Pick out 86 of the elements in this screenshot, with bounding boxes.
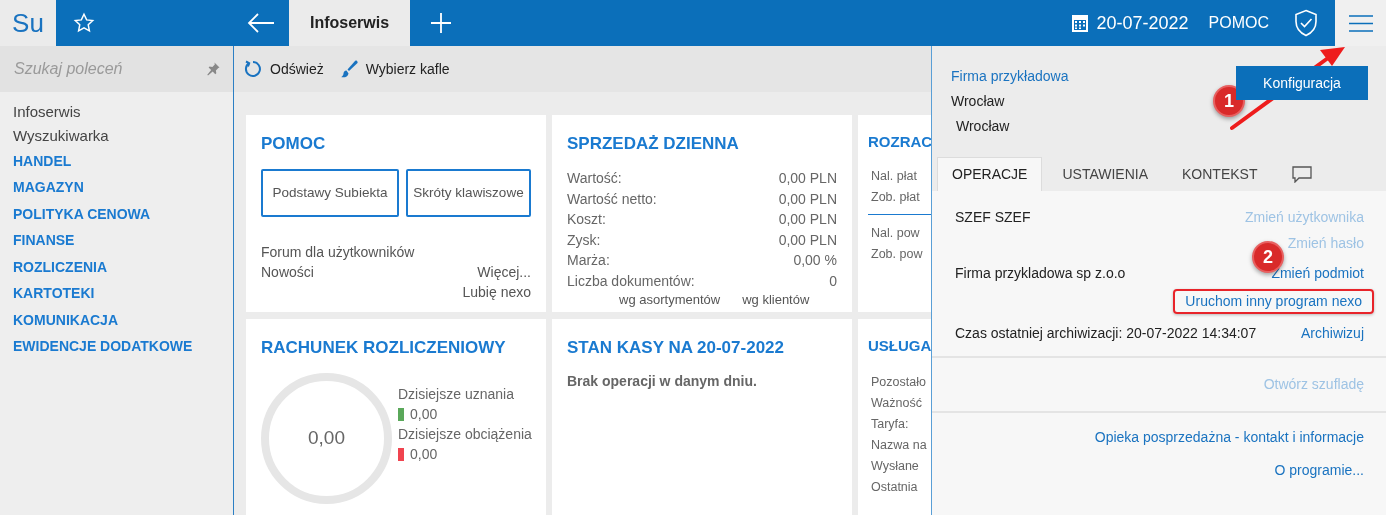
sidebar-item[interactable]: FINANSE <box>13 227 75 254</box>
row-value: 0,00 PLN <box>778 230 837 250</box>
tile-title: ROZRAC <box>868 132 933 152</box>
row-label: Ostatnia <box>870 478 918 496</box>
date-text: 20-07-2022 <box>1096 11 1189 35</box>
row-label: Ważność <box>870 394 922 412</box>
date-picker[interactable]: 20-07-2022 <box>1072 0 1209 46</box>
row-label: Wysłane <box>870 457 919 475</box>
panel-text: SZEF SZEF <box>955 208 1031 227</box>
status-message: Brak operacji w danym dniu. <box>567 371 758 391</box>
sales-link[interactable]: wg asortymentów <box>619 291 721 308</box>
sidebar-item[interactable]: MAGAZYN <box>13 174 84 201</box>
row-label: Zob. pow <box>870 245 923 263</box>
tile-title: STAN KASY NA 20-07-2022 <box>567 337 785 359</box>
panel-link[interactable]: Zmień podmiot <box>1271 263 1364 284</box>
menu-button[interactable] <box>1335 0 1386 46</box>
panel-link[interactable]: Opieka posprzedażna - kontakt i informacje <box>1094 427 1364 448</box>
app-logo[interactable]: Su <box>0 0 56 46</box>
row-value: 0 <box>829 271 837 291</box>
address-text: Wrocław <box>955 117 1010 136</box>
tab[interactable]: Infoserwis <box>289 0 411 46</box>
toolbar-button[interactable]: Odśwież <box>244 58 324 80</box>
row-value: 0,00 % <box>793 251 837 271</box>
help-button[interactable]: Podstawy Subiekta <box>261 168 399 217</box>
address-text: Wrocław <box>951 92 1005 111</box>
sidebar-item[interactable]: KARTOTEKI <box>13 280 95 307</box>
panel-text: Czas ostatniej archiwizacji: 20-07-2022 14:34:07 <box>955 324 1257 343</box>
row-label: Zysk: <box>567 230 601 250</box>
panel-link[interactable]: O programie... <box>1274 460 1364 481</box>
row-label: Wartość: <box>567 169 622 189</box>
tile-title: POMOC <box>261 133 327 155</box>
row-label: Zob. płat <box>870 188 920 206</box>
sidebar-item[interactable]: Wyszukiwarka <box>13 124 109 148</box>
brush-icon <box>339 60 358 78</box>
help-link[interactable]: Nowości <box>261 262 314 283</box>
row-label: Liczba dokumentów: <box>567 271 695 291</box>
legend-label: Dzisiejsze uznania <box>398 385 514 404</box>
legend-value: 0,00 <box>410 405 438 424</box>
menu-icon <box>1348 14 1373 32</box>
configuration-button[interactable]: Konfiguracja <box>1236 66 1368 100</box>
row-label: Nal. płat <box>870 167 917 185</box>
tile-title: SPRZEDAŻ DZIENNA <box>567 133 740 155</box>
plus-icon <box>430 12 453 34</box>
sidebar-item[interactable]: Infoserwis <box>13 100 81 124</box>
sidebar-item[interactable]: EWIDENCJE DODATKOWE <box>13 333 193 360</box>
sidebar-item[interactable]: ROZLICZENIA <box>13 254 108 281</box>
row-label: Nal. pow <box>870 224 920 242</box>
sidebar-item[interactable]: KOMUNIKACJA <box>13 307 118 334</box>
panel-link[interactable]: Archiwizuj <box>1301 323 1364 344</box>
panel-tab[interactable]: USTAWIENIA <box>1048 157 1163 191</box>
sidebar-item[interactable]: HANDEL <box>13 148 72 175</box>
row-value: 0,00 PLN <box>778 210 837 230</box>
tile-title: USŁUGA <box>868 336 932 356</box>
legend-label: Dzisiejsze obciążenia <box>398 425 532 444</box>
star-icon <box>73 12 95 34</box>
sidebar-item[interactable]: POLITYKA CENOWA <box>13 201 151 228</box>
pin-icon <box>206 62 220 76</box>
calendar-icon <box>1072 14 1089 32</box>
toolbar-button[interactable]: Wybierz kafle <box>339 58 450 80</box>
row-label: Wartość netto: <box>567 189 657 209</box>
company-link[interactable]: Firma przykładowa <box>951 66 1069 87</box>
help-button[interactable]: Skróty klawiszowe <box>406 168 531 217</box>
refresh-icon <box>244 60 262 78</box>
help-link[interactable]: Lubię nexo <box>462 282 531 303</box>
sales-link[interactable]: wg klientów <box>742 291 810 308</box>
help-link[interactable]: Więcej... <box>477 262 531 283</box>
panel-tab[interactable]: OPERACJE <box>937 157 1043 191</box>
help-link[interactable]: Forum dla użytkowników <box>261 242 415 263</box>
row-label: Taryfa: <box>870 415 909 433</box>
shield-check-icon <box>1293 9 1319 37</box>
back-arrow-icon <box>247 13 275 33</box>
panel-text: Firma przykladowa sp z.o.o <box>955 264 1126 283</box>
panel-tab[interactable]: KONTEKST <box>1168 157 1272 191</box>
row-label: Koszt: <box>567 210 606 230</box>
panel-link[interactable]: Uruchom inny program nexo <box>1173 289 1374 314</box>
tile-title: RACHUNEK ROZLICZENIOWY <box>261 337 507 359</box>
row-label: Marża: <box>567 251 610 271</box>
legend-value: 0,00 <box>410 445 438 464</box>
command-search-field[interactable]: Szukaj poleceń <box>0 46 233 92</box>
row-value: 0,00 PLN <box>778 189 837 209</box>
comment-icon <box>1291 165 1312 183</box>
row-label: Nazwa na <box>870 436 927 454</box>
row-label: Pozostało <box>870 373 926 391</box>
total-value: 0,00 <box>308 425 345 450</box>
help-link[interactable]: POMOC <box>1208 0 1293 46</box>
row-value: 0,00 PLN <box>778 169 837 189</box>
